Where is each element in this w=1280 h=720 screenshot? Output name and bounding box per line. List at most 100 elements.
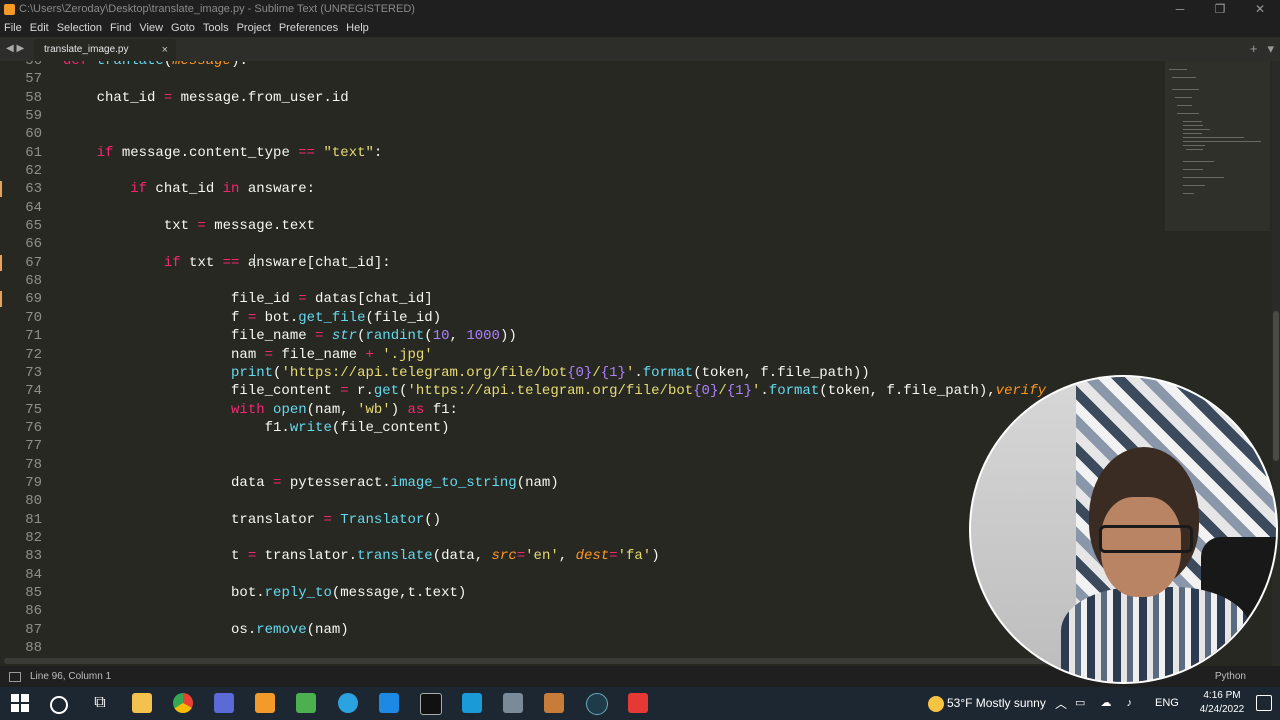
line-code[interactable]: data = pytesseract.image_to_string(nam) bbox=[63, 474, 559, 492]
telegram-icon[interactable] bbox=[338, 693, 358, 713]
minimap-line bbox=[1183, 161, 1215, 162]
nox-icon[interactable] bbox=[586, 693, 608, 715]
code-line[interactable]: 61 if message.content_type == "text": bbox=[0, 144, 1165, 162]
menu-view[interactable]: View bbox=[135, 19, 167, 37]
line-number: 73 bbox=[25, 364, 42, 381]
line-code[interactable]: f1.write(file_content) bbox=[63, 419, 450, 437]
minimap-line bbox=[1183, 177, 1224, 178]
line-number: 76 bbox=[25, 419, 42, 436]
code-line[interactable]: 64 bbox=[0, 199, 1165, 217]
file-explorer-icon[interactable] bbox=[132, 693, 152, 713]
vscode-icon[interactable] bbox=[379, 693, 399, 713]
code-line[interactable]: 70 f = bot.get_file(file_id) bbox=[0, 309, 1165, 327]
minimap-line bbox=[1171, 77, 1196, 78]
spreadsheet-icon[interactable] bbox=[296, 693, 316, 713]
code-line[interactable]: 69 file_id = datas[chat_id] bbox=[0, 290, 1165, 308]
code-line[interactable]: 65 txt = message.text bbox=[0, 217, 1165, 235]
notifications-icon[interactable] bbox=[1256, 695, 1272, 711]
window-controls: ─ ❐ ✕ bbox=[1160, 0, 1280, 19]
tray-expand-icon[interactable]: ︿ bbox=[1055, 695, 1067, 712]
line-code[interactable]: nam = file_name + '.jpg' bbox=[63, 346, 433, 364]
code-line[interactable]: 72 nam = file_name + '.jpg' bbox=[0, 346, 1165, 364]
task-view-icon[interactable]: ⧉ bbox=[90, 693, 110, 713]
tab-translate-image[interactable]: translate_image.py × bbox=[34, 39, 176, 61]
line-code[interactable]: if txt == answare[chat_id]: bbox=[63, 254, 391, 272]
sublime-text-taskbar-icon[interactable] bbox=[255, 693, 275, 713]
menu-tools[interactable]: Tools bbox=[199, 19, 233, 37]
line-number: 79 bbox=[25, 474, 42, 491]
minimap-line bbox=[1185, 149, 1204, 150]
app-red-icon[interactable] bbox=[628, 693, 648, 713]
panel-toggle-icon[interactable] bbox=[9, 672, 21, 682]
line-number: 59 bbox=[25, 108, 42, 125]
language-indicator[interactable]: ENG bbox=[1155, 697, 1179, 709]
minimap-line bbox=[1177, 105, 1192, 106]
line-code[interactable]: file_content = r.get('https://api.telegr… bbox=[63, 382, 1046, 400]
tab-close-icon[interactable]: × bbox=[162, 39, 168, 61]
code-line[interactable]: 71 file_name = str(randint(10, 1000)) bbox=[0, 327, 1165, 345]
code-line[interactable]: 68 bbox=[0, 272, 1165, 290]
code-line[interactable]: 56 def tranlate(message): bbox=[0, 61, 1165, 70]
minimize-button[interactable]: ─ bbox=[1160, 0, 1200, 19]
menu-selection[interactable]: Selection bbox=[53, 19, 106, 37]
settings-icon[interactable] bbox=[503, 693, 523, 713]
line-code[interactable]: print('https://api.telegram.org/file/bot… bbox=[63, 364, 870, 382]
menu-project[interactable]: Project bbox=[233, 19, 275, 37]
line-code[interactable]: if chat_id in answare: bbox=[63, 180, 315, 198]
weather-icon[interactable] bbox=[928, 696, 944, 712]
maximize-button[interactable]: ❐ bbox=[1200, 0, 1240, 19]
minimap-line bbox=[1183, 129, 1211, 130]
line-number: 60 bbox=[25, 126, 42, 143]
close-window-button[interactable]: ✕ bbox=[1240, 0, 1280, 19]
line-code[interactable]: bot.reply_to(message,t.text) bbox=[63, 584, 466, 602]
terminal-icon[interactable] bbox=[420, 693, 442, 715]
code-line[interactable]: 67 if txt == answare[chat_id]: bbox=[0, 254, 1165, 272]
tray-icons[interactable]: ▭ ☁ ♪ bbox=[1075, 696, 1138, 709]
line-code[interactable]: if message.content_type == "text": bbox=[63, 144, 383, 162]
clock[interactable]: 4:16 PM 4/24/2022 bbox=[1192, 689, 1252, 717]
windows-start-icon[interactable] bbox=[10, 693, 30, 713]
line-code[interactable]: chat_id = message.from_user.id bbox=[63, 89, 349, 107]
menu-preferences[interactable]: Preferences bbox=[275, 19, 342, 37]
line-number: 70 bbox=[25, 309, 42, 326]
line-code[interactable]: t = translator.translate(data, src='en',… bbox=[63, 547, 660, 565]
menu-find[interactable]: Find bbox=[106, 19, 135, 37]
line-number: 82 bbox=[25, 529, 42, 546]
line-code[interactable]: with open(nam, 'wb') as f1: bbox=[63, 401, 458, 419]
menu-goto[interactable]: Goto bbox=[167, 19, 199, 37]
search-icon[interactable] bbox=[50, 696, 68, 714]
menu-edit[interactable]: Edit bbox=[26, 19, 53, 37]
line-code[interactable]: def tranlate(message): bbox=[63, 61, 248, 70]
line-code[interactable]: file_name = str(randint(10, 1000)) bbox=[63, 327, 517, 345]
tab-dropdown-icon[interactable]: ▾ bbox=[1267, 37, 1274, 61]
code-line[interactable]: 63 if chat_id in answare: bbox=[0, 180, 1165, 198]
line-number: 62 bbox=[25, 163, 42, 180]
line-number: 71 bbox=[25, 328, 42, 345]
minimap-line bbox=[1177, 113, 1199, 114]
line-code[interactable]: txt = message.text bbox=[63, 217, 315, 235]
line-code[interactable]: translator = Translator() bbox=[63, 511, 441, 529]
line-number: 77 bbox=[25, 438, 42, 455]
code-line[interactable]: 60 bbox=[0, 125, 1165, 143]
line-code[interactable]: file_id = datas[chat_id] bbox=[63, 290, 433, 308]
tab-nav-arrows[interactable]: ◀ ▶ bbox=[6, 37, 24, 61]
line-number: 65 bbox=[25, 218, 42, 235]
tab-bar: ◀ ▶ translate_image.py × + ▾ bbox=[0, 37, 1280, 61]
line-code[interactable]: f = bot.get_file(file_id) bbox=[63, 309, 441, 327]
app-icon[interactable] bbox=[462, 693, 482, 713]
new-tab-icon[interactable]: + bbox=[1250, 37, 1258, 61]
obs-icon[interactable] bbox=[214, 693, 234, 713]
line-code[interactable]: os.remove(nam) bbox=[63, 621, 349, 639]
menu-help[interactable]: Help bbox=[342, 19, 373, 37]
code-line[interactable]: 57 bbox=[0, 70, 1165, 88]
game-icon[interactable] bbox=[544, 693, 564, 713]
code-line[interactable]: 58 chat_id = message.from_user.id bbox=[0, 89, 1165, 107]
code-line[interactable]: 59 bbox=[0, 107, 1165, 125]
chrome-icon[interactable] bbox=[173, 693, 193, 713]
code-line[interactable]: 66 bbox=[0, 235, 1165, 253]
weather-text[interactable]: 53°F Mostly sunny bbox=[947, 696, 1046, 710]
code-line[interactable]: 62 bbox=[0, 162, 1165, 180]
minimap-viewport[interactable] bbox=[1165, 61, 1270, 231]
menu-file[interactable]: File bbox=[0, 19, 26, 37]
cursor-position[interactable]: Line 96, Column 1 bbox=[30, 666, 111, 687]
